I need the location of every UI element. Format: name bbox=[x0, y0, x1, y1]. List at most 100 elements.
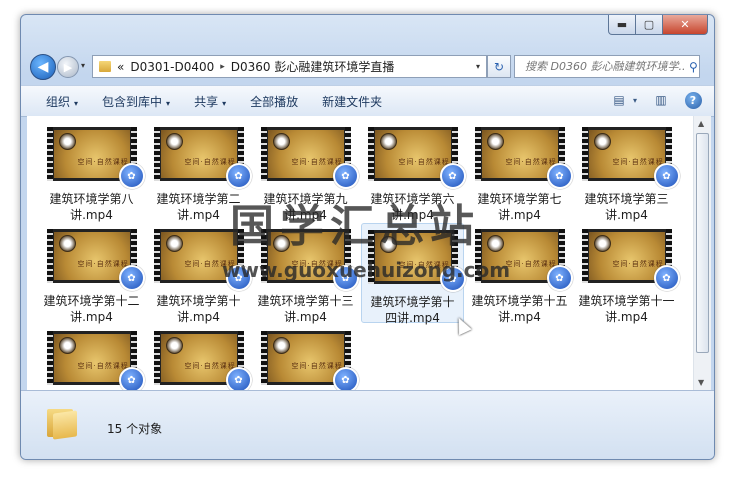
maximize-button[interactable]: ▢ bbox=[636, 15, 663, 35]
breadcrumb-item[interactable]: D0301-D0400 bbox=[130, 60, 214, 74]
compass-icon bbox=[165, 337, 183, 354]
address-bar[interactable]: « D0301-D0400 ▸ D0360 彭心融建筑环境学直播 ▾ bbox=[92, 55, 487, 78]
compass-icon bbox=[486, 133, 504, 150]
folder-icon bbox=[99, 61, 111, 72]
organize-label: 组织 bbox=[46, 94, 71, 109]
command-bar: 组织 ▾ 包含到库中 ▾ 共享 ▾ 全部播放 新建文件夹 ▤ ▾ ▥ ? bbox=[21, 85, 714, 117]
thumbnail-caption: 空间·自然课程 bbox=[291, 158, 343, 166]
search-input[interactable] bbox=[523, 59, 687, 74]
compass-icon bbox=[272, 133, 290, 150]
video-thumbnail: 空间·自然课程 ✿ bbox=[260, 331, 359, 390]
file-name: 建筑环境学第十五讲.mp4 bbox=[471, 294, 568, 324]
video-thumbnail: 空间·自然课程 ✿ bbox=[46, 331, 145, 390]
file-item[interactable]: 空间·自然课程 ✿ 建筑环境学第十二讲.mp4 bbox=[40, 223, 145, 324]
video-thumbnail: 空间·自然课程 ✿ bbox=[153, 331, 252, 390]
breadcrumb-separator-icon[interactable]: ▸ bbox=[220, 62, 225, 72]
include-in-library-menu[interactable]: 包含到库中 ▾ bbox=[102, 93, 170, 110]
file-item[interactable]: 空间·自然课程✿建筑环境学第一讲.mp4 bbox=[254, 325, 359, 390]
compass-icon bbox=[379, 133, 397, 150]
watermark-title: 国学汇总站 bbox=[230, 201, 480, 252]
video-thumbnail: 空间·自然课程 ✿ bbox=[367, 127, 466, 189]
share-menu[interactable]: 共享 ▾ bbox=[194, 93, 226, 110]
thumbnail-caption: 空间·自然课程 bbox=[77, 260, 129, 268]
media-player-icon: ✿ bbox=[546, 265, 573, 291]
compass-icon bbox=[593, 235, 611, 252]
compass-icon bbox=[272, 337, 290, 354]
close-button[interactable]: ✕ bbox=[663, 15, 708, 35]
thumbnail-caption: 空间·自然课程 bbox=[184, 362, 236, 370]
file-name: 建筑环境学第十四讲.mp4 bbox=[370, 295, 455, 325]
view-controls: ▤ ▾ ▥ ? bbox=[598, 91, 704, 109]
file-name: 建筑环境学第十二讲.mp4 bbox=[43, 294, 140, 324]
media-player-icon: ✿ bbox=[118, 265, 145, 291]
breadcrumb-item-current[interactable]: D0360 彭心融建筑环境学直播 bbox=[231, 58, 395, 75]
compass-icon bbox=[58, 337, 76, 354]
compass-icon bbox=[58, 235, 76, 252]
vertical-scrollbar[interactable]: ▲ ▼ bbox=[693, 116, 711, 390]
search-icon[interactable]: ⚲ bbox=[689, 60, 698, 74]
file-item[interactable]: 空间·自然课程 ✿ 建筑环境学第十一讲.mp4 bbox=[575, 223, 680, 324]
video-thumbnail: 空间·自然课程 ✿ bbox=[153, 127, 252, 189]
file-name: 建筑环境学第十一讲.mp4 bbox=[578, 294, 675, 324]
thumbnail-caption: 空间·自然课程 bbox=[505, 260, 557, 268]
media-player-icon: ✿ bbox=[332, 367, 359, 390]
details-pane: 15 个对象 bbox=[21, 390, 714, 459]
compass-icon bbox=[165, 133, 183, 150]
share-label: 共享 bbox=[194, 94, 219, 109]
video-thumbnail: 空间·自然课程 ✿ bbox=[260, 127, 359, 189]
thumbnail-caption: 空间·自然课程 bbox=[77, 158, 129, 166]
file-name: 建筑环境学第七讲.mp4 bbox=[477, 192, 562, 222]
file-name: 建筑环境学第八讲.mp4 bbox=[49, 192, 134, 222]
video-thumbnail: 空间·自然课程 ✿ bbox=[581, 127, 680, 189]
media-player-icon: ✿ bbox=[653, 265, 680, 291]
video-thumbnail: 空间·自然课程 ✿ bbox=[46, 229, 145, 291]
breadcrumb-overflow[interactable]: « bbox=[117, 60, 124, 74]
help-icon: ? bbox=[684, 91, 702, 109]
change-view-icon[interactable]: ▤ bbox=[608, 91, 630, 109]
compass-icon bbox=[165, 235, 183, 252]
item-count: 15 个对象 bbox=[107, 422, 163, 436]
file-item[interactable]: 空间·自然课程 ✿ 建筑环境学第七讲.mp4 bbox=[468, 121, 573, 222]
folder-icon bbox=[47, 406, 77, 440]
thumbnail-caption: 空间·自然课程 bbox=[77, 362, 129, 370]
minimize-button[interactable]: ▬ bbox=[608, 15, 636, 35]
chevron-down-icon: ▾ bbox=[166, 98, 171, 108]
help-button[interactable]: ? bbox=[682, 91, 704, 109]
recent-pages-dropdown[interactable]: ▾ bbox=[81, 61, 85, 70]
thumbnail-caption: 空间·自然课程 bbox=[505, 158, 557, 166]
address-dropdown-icon[interactable]: ▾ bbox=[476, 62, 480, 71]
scrollbar-thumb[interactable] bbox=[696, 133, 709, 353]
thumbnail-caption: 空间·自然课程 bbox=[398, 158, 450, 166]
thumbnail-caption: 空间·自然课程 bbox=[291, 362, 343, 370]
media-player-icon: ✿ bbox=[653, 163, 680, 189]
compass-icon bbox=[58, 133, 76, 150]
preview-pane-icon[interactable]: ▥ bbox=[650, 91, 672, 109]
new-folder-button[interactable]: 新建文件夹 bbox=[322, 93, 382, 110]
media-player-icon: ✿ bbox=[118, 163, 145, 189]
file-grid: 空间·自然课程 ✿ 建筑环境学第八讲.mp4 空间·自然课程 ✿ 建筑环境学第二讲.mp4… bbox=[40, 121, 682, 390]
media-player-icon: ✿ bbox=[439, 163, 466, 189]
scroll-down-icon[interactable]: ▼ bbox=[698, 378, 704, 387]
chevron-down-icon: ▾ bbox=[74, 98, 79, 108]
file-item[interactable]: 空间·自然课程✿建筑环境学第四讲.mp4 bbox=[40, 325, 145, 390]
scroll-up-icon[interactable]: ▲ bbox=[698, 119, 704, 128]
compass-icon bbox=[593, 133, 611, 150]
view-dropdown-icon[interactable]: ▾ bbox=[630, 91, 640, 109]
media-player-icon: ✿ bbox=[225, 367, 252, 390]
file-item[interactable]: 空间·自然课程 ✿ 建筑环境学第三讲.mp4 bbox=[575, 121, 680, 222]
forward-button[interactable]: ▶ bbox=[57, 56, 79, 78]
file-item[interactable]: 空间·自然课程 ✿ 建筑环境学第八讲.mp4 bbox=[40, 121, 145, 222]
refresh-button[interactable]: ↻ bbox=[487, 55, 511, 78]
play-all-button[interactable]: 全部播放 bbox=[250, 93, 298, 110]
back-button[interactable]: ◀ bbox=[30, 54, 56, 80]
organize-menu[interactable]: 组织 ▾ bbox=[46, 93, 78, 110]
navigation-bar: ◀ ▶ ▾ « D0301-D0400 ▸ D0360 彭心融建筑环境学直播 ▾… bbox=[21, 51, 714, 81]
compass-icon bbox=[486, 235, 504, 252]
file-item[interactable]: 空间·自然课程✿建筑环境学第五讲.mp4 bbox=[147, 325, 252, 390]
file-name: 建筑环境学第十三讲.mp4 bbox=[257, 294, 354, 324]
include-in-library-label: 包含到库中 bbox=[102, 94, 163, 109]
search-box[interactable]: ⚲ bbox=[514, 55, 700, 78]
caption-buttons: ▬ ▢ ✕ bbox=[608, 15, 708, 35]
video-thumbnail: 空间·自然课程 ✿ bbox=[46, 127, 145, 189]
video-thumbnail: 空间·自然课程 ✿ bbox=[581, 229, 680, 291]
